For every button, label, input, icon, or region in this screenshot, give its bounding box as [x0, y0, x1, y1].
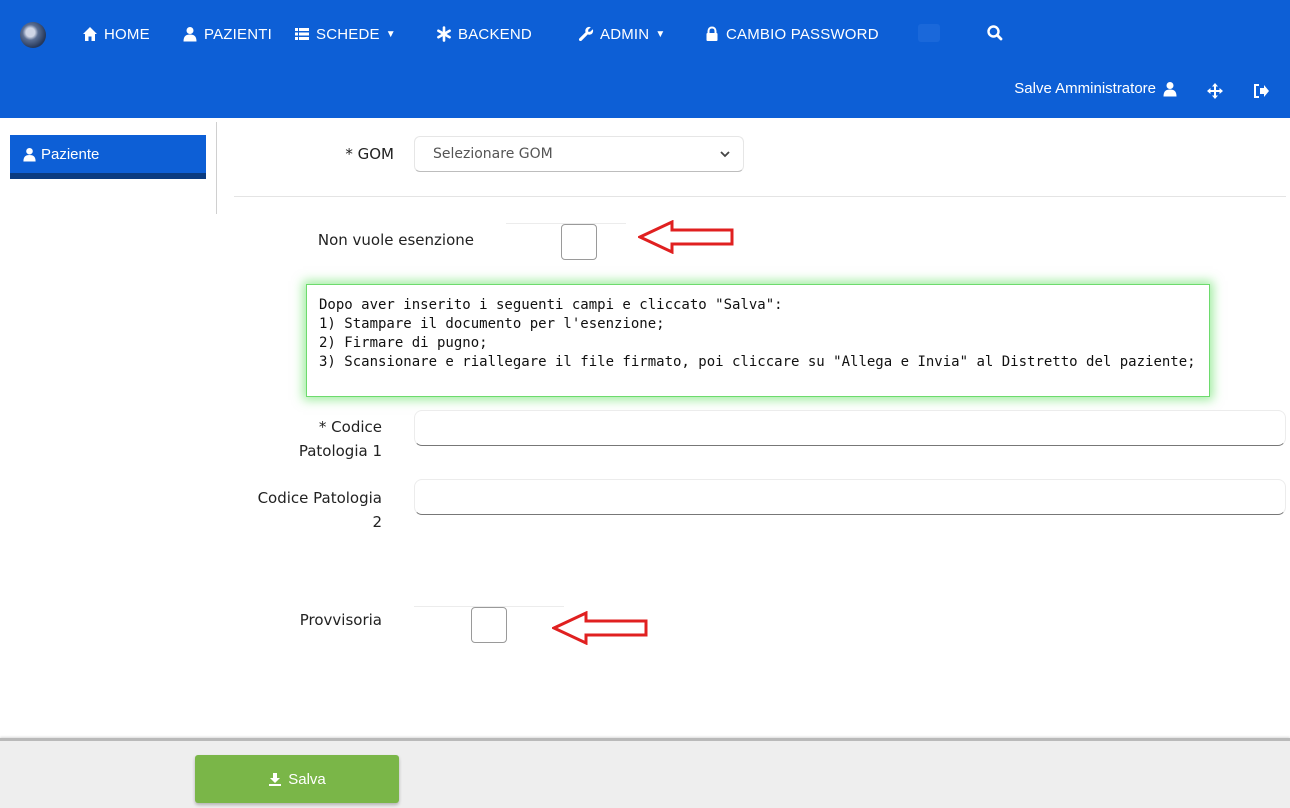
non-vuole-esenzione-checkbox[interactable] — [561, 224, 597, 260]
nav-admin-label: ADMIN — [600, 25, 650, 43]
provvisoria-label: Provvisoria — [299, 611, 382, 629]
nav-backend-label: BACKEND — [458, 25, 532, 43]
footer-bar: Salva — [0, 738, 1290, 808]
nav-schede-dropdown[interactable]: SCHEDE ▼ — [294, 24, 396, 44]
sidebar-item-paziente[interactable]: Paziente — [10, 135, 206, 179]
nav-backend[interactable]: BACKEND — [436, 24, 532, 44]
sidebar-item-label: Paziente — [41, 145, 100, 163]
info-box: Dopo aver inserito i seguenti campi e cl… — [306, 284, 1210, 397]
red-arrow-annotation-icon — [552, 611, 648, 645]
user-greeting[interactable]: Salve Amministratore — [1014, 80, 1178, 97]
gom-label: * GOM — [345, 145, 394, 163]
user-area: Salve Amministratore — [690, 70, 1290, 110]
chevron-down-icon — [720, 151, 730, 158]
nav-schede-label: SCHEDE — [316, 25, 380, 43]
info-line: 3) Scansionare e riallegare il file firm… — [319, 354, 1196, 370]
label-line: * Codice — [318, 418, 382, 436]
top-navbar: HOME PAZIENTI SCHEDE ▼ BACKEND ADMIN ▼ C… — [0, 0, 1290, 118]
nav-home-label: HOME — [104, 25, 150, 43]
codice-patologia-1-input[interactable] — [414, 410, 1286, 446]
info-line: 2) Firmare di pugno; — [319, 335, 488, 351]
nav-hidden-item — [918, 24, 940, 42]
caret-down-icon: ▼ — [655, 28, 666, 40]
nav-pazienti[interactable]: PAZIENTI — [182, 24, 272, 44]
move-icon[interactable] — [1206, 82, 1224, 100]
home-icon — [82, 26, 98, 42]
user-icon — [182, 26, 198, 42]
info-line: 1) Stampare il documento per l'esenzione… — [319, 316, 665, 332]
sidebar: Paziente — [10, 135, 206, 185]
logout-icon[interactable] — [1252, 82, 1270, 100]
asterisk-icon — [436, 26, 452, 42]
label-line: Codice Patologia — [257, 489, 382, 507]
nav-home[interactable]: HOME — [82, 24, 150, 44]
lock-icon — [704, 26, 720, 42]
wrench-icon — [578, 26, 594, 42]
codice-patologia-2-input[interactable] — [414, 479, 1286, 515]
list-icon — [294, 26, 310, 42]
nav-pazienti-label: PAZIENTI — [204, 25, 272, 43]
section-divider — [234, 196, 1286, 197]
nav-cambio-password[interactable]: CAMBIO PASSWORD — [704, 24, 879, 44]
user-icon — [1162, 81, 1178, 97]
provvisoria-checkbox[interactable] — [471, 607, 507, 643]
codice-patologia-1-label: * Codice Patologia 1 — [244, 415, 382, 463]
app-logo[interactable] — [20, 22, 46, 48]
red-arrow-annotation-icon — [638, 220, 734, 254]
non-vuole-esenzione-label: Non vuole esenzione — [317, 231, 474, 249]
caret-down-icon: ▼ — [385, 28, 396, 40]
label-line: 2 — [372, 513, 382, 531]
nav-admin-dropdown[interactable]: ADMIN ▼ — [578, 24, 665, 44]
nav-cambio-password-label: CAMBIO PASSWORD — [726, 25, 879, 43]
gom-select-value: Selezionare GOM — [433, 146, 553, 162]
search-icon — [987, 25, 1003, 41]
codice-patologia-2-label: Codice Patologia 2 — [232, 486, 382, 534]
search-button[interactable] — [984, 22, 1006, 44]
label-line: Patologia 1 — [298, 442, 382, 460]
download-icon — [268, 772, 282, 786]
sidebar-divider — [216, 122, 217, 214]
user-greeting-label: Salve Amministratore — [1014, 80, 1156, 97]
info-line: Dopo aver inserito i seguenti campi e cl… — [319, 297, 783, 313]
user-icon — [22, 147, 37, 162]
gom-select[interactable]: Selezionare GOM — [414, 136, 744, 172]
save-button[interactable]: Salva — [195, 755, 399, 803]
save-button-label: Salva — [288, 770, 326, 788]
